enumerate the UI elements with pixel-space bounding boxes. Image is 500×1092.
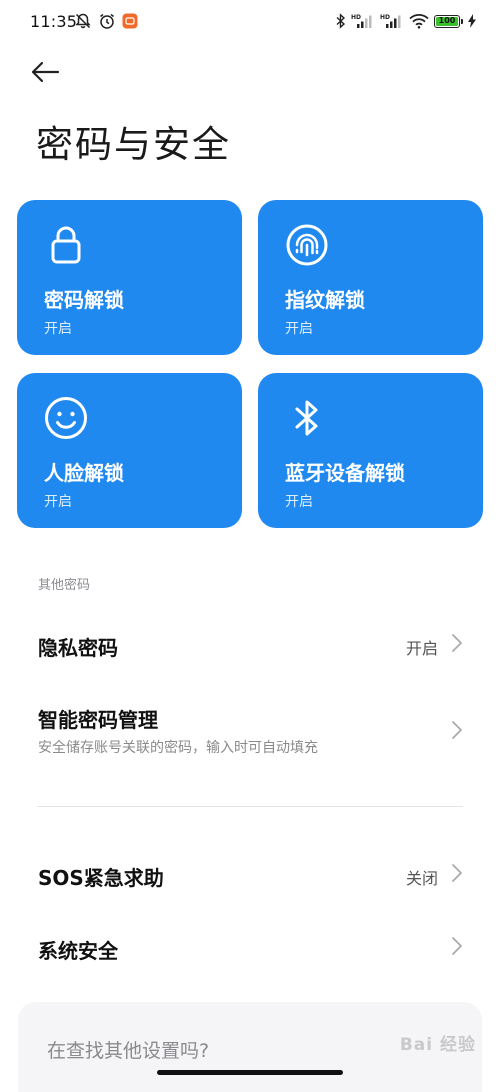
alarm-clock-icon — [100, 13, 114, 29]
row-system-security[interactable]: 系统安全 — [0, 923, 500, 973]
svg-text:HD: HD — [351, 14, 361, 21]
tile-fingerprint-unlock[interactable]: 指纹解锁 开启 — [258, 200, 483, 355]
back-button[interactable] — [30, 56, 74, 88]
row-privacy-password[interactable]: 隐私密码 开启 — [0, 620, 500, 670]
status-bar: 11:35 HD HD 100 — [0, 0, 500, 44]
lock-icon — [51, 226, 81, 264]
row-title: 系统安全 — [38, 939, 118, 963]
row-value: 关闭 — [405, 869, 438, 888]
tile-status: 开启 — [44, 494, 72, 510]
row-sos-emergency[interactable]: SOS紧急求助 关闭 — [0, 850, 500, 900]
bluetooth-icon — [295, 400, 318, 436]
tile-title: 蓝牙设备解锁 — [285, 461, 405, 485]
tile-bluetooth-unlock[interactable]: 蓝牙设备解锁 开启 — [258, 373, 483, 528]
chevron-right-icon — [452, 864, 462, 882]
row-value: 开启 — [405, 639, 438, 658]
tile-title: 密码解锁 — [44, 288, 124, 312]
watermark-logo: Bai 经验 — [399, 1035, 476, 1055]
chevron-right-icon — [452, 634, 462, 652]
row-smart-password-management[interactable]: 智能密码管理 安全储存账号关联的密码，输入时可自动填充 — [0, 695, 500, 765]
row-title: 隐私密码 — [38, 636, 118, 660]
battery-level: 100 — [436, 16, 458, 26]
tile-status: 开启 — [44, 321, 72, 337]
tile-face-unlock[interactable]: 人脸解锁 开启 — [17, 373, 242, 528]
charging-bolt-icon — [468, 14, 476, 28]
wifi-icon — [409, 14, 429, 29]
bluetooth-icon — [336, 13, 346, 29]
tile-status: 开启 — [285, 494, 313, 510]
page-title: 密码与安全 — [36, 123, 231, 166]
svg-text:HD: HD — [380, 14, 390, 21]
search-card-text: 在查找其他设置吗? — [47, 1040, 210, 1062]
chevron-right-icon — [452, 937, 462, 955]
hd-signal-icon: HD — [380, 14, 401, 28]
mi-app-icon — [122, 13, 138, 29]
status-time: 11:35 — [30, 12, 78, 31]
tile-title: 指纹解锁 — [285, 288, 365, 312]
battery-icon: 100 — [434, 14, 463, 28]
section-header-other-passwords: 其他密码 — [38, 578, 91, 593]
status-left-icons — [74, 11, 138, 31]
divider — [37, 806, 463, 807]
tile-status: 开启 — [285, 321, 313, 337]
smiley-face-icon — [45, 397, 87, 439]
status-right-icons: HD HD 100 — [336, 11, 476, 31]
tile-title: 人脸解锁 — [44, 461, 124, 485]
bell-off-icon — [75, 13, 91, 29]
home-indicator[interactable] — [157, 1070, 343, 1075]
row-subtitle: 安全储存账号关联的密码，输入时可自动填充 — [38, 740, 318, 756]
hd-signal-icon: HD — [351, 14, 372, 28]
tile-password-unlock[interactable]: 密码解锁 开启 — [17, 200, 242, 355]
row-title: 智能密码管理 — [38, 708, 158, 732]
chevron-right-icon — [452, 721, 462, 739]
row-title: SOS紧急求助 — [38, 866, 164, 890]
arrow-left-icon — [31, 61, 60, 83]
fingerprint-icon — [286, 224, 328, 266]
